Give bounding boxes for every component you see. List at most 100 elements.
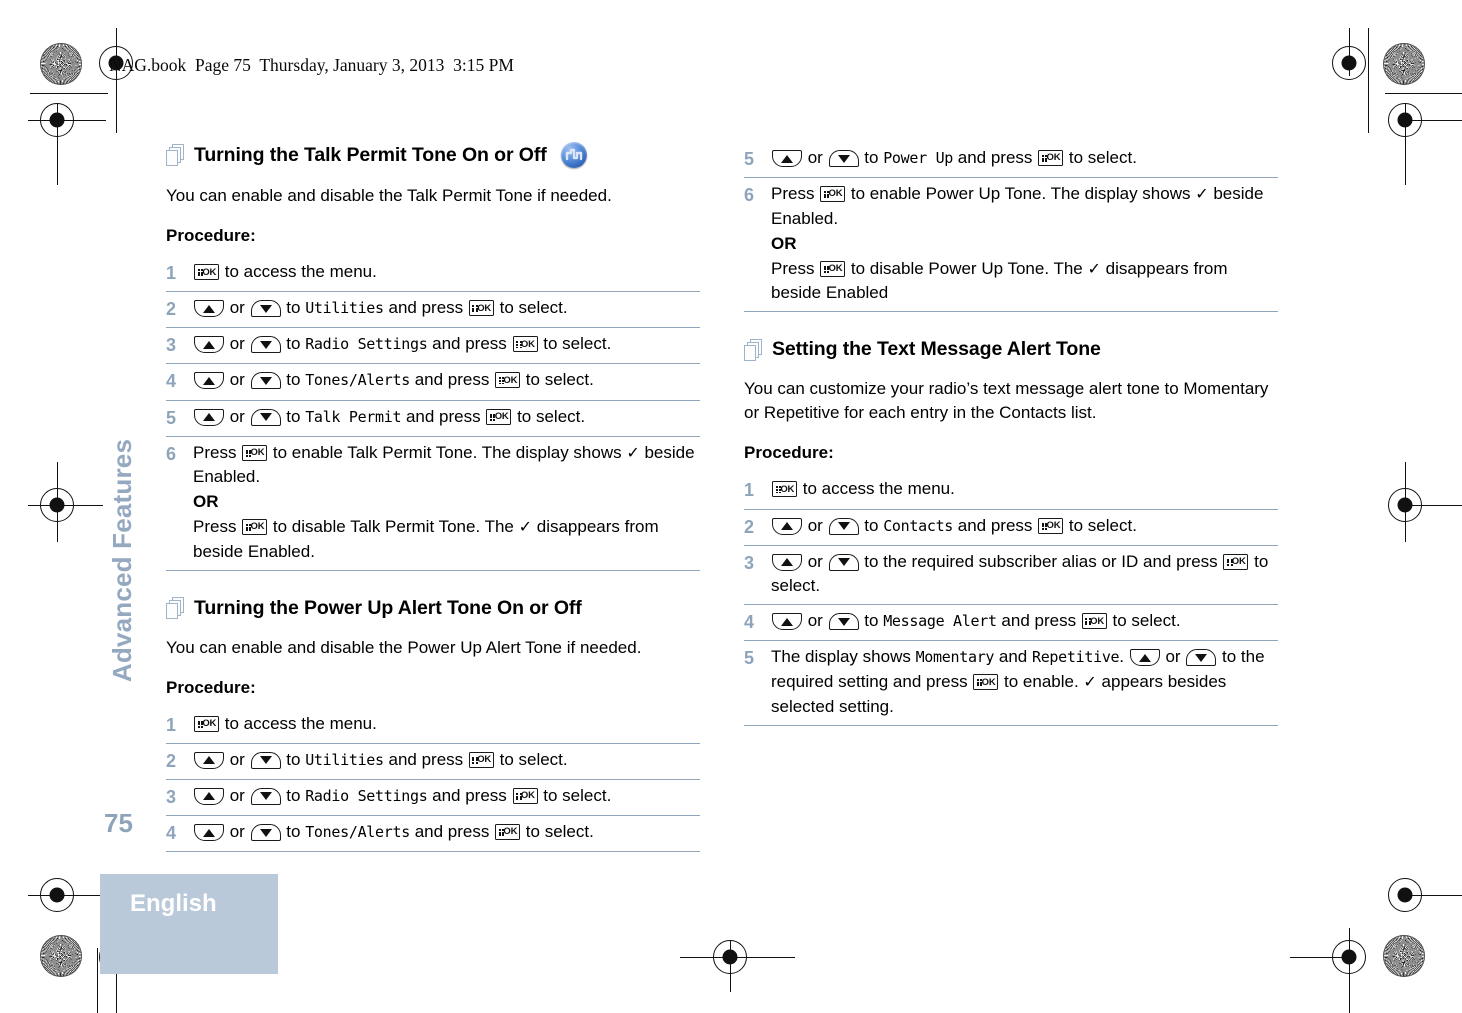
ok-label: OK — [503, 374, 518, 386]
ok-label: OK — [1046, 152, 1061, 164]
radio-display-term: Repetitive — [1031, 648, 1120, 667]
language-label: English — [130, 890, 217, 917]
radio-display-term: Utilities — [305, 299, 384, 318]
step-number: 6 — [744, 185, 755, 206]
procedure-step: 3 or to the required subscriber alias or… — [744, 546, 1278, 606]
down-triangle-glyph — [259, 792, 272, 801]
down-arrow-button-icon — [250, 751, 281, 769]
radio-display-term: Talk Permit — [305, 407, 402, 426]
ok-menu-button-icon: OK — [242, 519, 268, 536]
up-triangle-glyph — [203, 340, 215, 349]
ok-menu-button-icon: OK — [468, 751, 494, 768]
crop-line-vertical-left-upper — [56, 103, 58, 185]
crop-line-horizontal-bottom-right — [1290, 956, 1350, 958]
crop-line-horizontal-right-upper — [1400, 119, 1462, 121]
radio-display-term: Utilities — [305, 750, 384, 769]
chapter-title: Advanced Features — [107, 438, 138, 682]
ok-menu-button-icon: OK — [468, 300, 494, 317]
ok-label: OK — [477, 302, 492, 314]
up-triangle-glyph — [203, 413, 215, 421]
step-number: 1 — [744, 480, 755, 501]
step-text: or to Utilities and press OK to select. — [193, 296, 700, 321]
step-text: or to Radio Settings and press OK to sel… — [193, 784, 700, 809]
procedure-step: 5 or to Talk Permit and press OK to sele… — [166, 401, 700, 437]
step-text: or to Talk Permit and press OK to select… — [193, 405, 700, 430]
procedure-step: 4 or to Tones/Alerts and press OK to sel… — [166, 816, 700, 853]
step-number: 3 — [166, 335, 177, 356]
ok-label: OK — [477, 754, 492, 766]
crop-line-vertical-top-right — [1348, 28, 1350, 76]
section-intro: You can enable and disable the Power Up … — [166, 637, 642, 657]
step-number: 4 — [166, 371, 177, 392]
up-arrow-button-icon — [194, 408, 224, 426]
procedure-steps-power-up-continued: 5 or to Power Up and press OK to select.… — [744, 142, 1278, 313]
step-number: 2 — [166, 299, 177, 320]
language-band: English — [100, 874, 278, 974]
procedure-step: 3 or to Radio Settings and press OK to s… — [166, 328, 700, 365]
up-triangle-glyph — [781, 558, 793, 567]
step-number: 3 — [744, 552, 755, 573]
up-triangle-glyph — [203, 756, 215, 765]
down-triangle-glyph — [259, 340, 272, 349]
step-text: Press OK to enable Talk Permit Tone. The… — [193, 441, 700, 565]
ok-menu-button-icon: OK — [512, 336, 538, 353]
step-text: OK to access the menu. — [193, 712, 700, 737]
ok-label: OK — [1046, 519, 1061, 531]
step-text: or to Tones/Alerts and press OK to selec… — [193, 368, 700, 393]
crop-line-horizontal-right-lower — [1400, 894, 1462, 896]
page-number: 75 — [104, 808, 133, 838]
radio-display-term: Contacts — [883, 516, 954, 535]
section-heading-text-message-alert-tone: Setting the Text Message Alert Tone — [744, 338, 1278, 361]
step-text: The display shows Momentary and Repetiti… — [771, 647, 1265, 716]
procedure-steps-text-message-alert-tone: 1 OK to access the menu. 2 or to Contacts … — [744, 473, 1278, 726]
crop-line-horizontal-left-upper — [28, 119, 106, 121]
or-separator-label: OR — [193, 492, 219, 512]
up-arrow-button-icon — [194, 336, 224, 354]
print-calibration-star-top-right — [1383, 43, 1425, 85]
step-text: Press OK to enable Power Up Tone. The di… — [771, 182, 1278, 306]
ok-label: OK — [250, 521, 265, 533]
step-number: 3 — [166, 786, 177, 807]
step-number: 4 — [166, 823, 177, 844]
procedure-step: 1 OK to access the menu. — [744, 473, 1278, 510]
up-arrow-button-icon — [194, 751, 224, 769]
down-triangle-glyph — [259, 828, 272, 837]
ok-menu-button-icon: OK — [194, 264, 219, 281]
crop-line-horizontal-left-middle — [28, 504, 103, 506]
step-text: or to Tones/Alerts and press OK to selec… — [193, 820, 700, 845]
step-text: or to Message Alert and press OK to sele… — [771, 609, 1278, 634]
up-arrow-button-icon — [772, 150, 802, 167]
step-number: 1 — [166, 714, 177, 735]
procedure-steps-power-up-alert-tone: 1 OK to access the menu. 2 or to Utilities… — [166, 708, 700, 853]
step-number: 4 — [744, 612, 755, 633]
ok-menu-button-icon: OK — [1038, 517, 1064, 534]
up-triangle-glyph — [203, 792, 215, 801]
ok-menu-button-icon: OK — [194, 715, 219, 732]
ok-label: OK — [828, 188, 843, 200]
procedure-step: 6 Press OK to enable Talk Permit Tone. Th… — [166, 437, 700, 571]
stacked-pages-icon — [744, 338, 763, 361]
section-heading-power-up-alert-tone: Turning the Power Up Alert Tone On or Of… — [166, 597, 700, 620]
crop-line-vertical-top-right-2 — [1367, 28, 1369, 133]
ok-label: OK — [1090, 615, 1105, 627]
step-number: 2 — [744, 516, 755, 537]
check-icon: ✓ — [626, 444, 640, 462]
crop-line-horizontal-left-lower — [28, 894, 103, 896]
step-number: 5 — [744, 648, 755, 669]
up-triangle-glyph — [781, 522, 793, 530]
ok-menu-button-icon: OK — [486, 408, 512, 425]
section-heading-talk-permit-tone: Turning the Talk Permit Tone On or Off — [166, 142, 700, 168]
radio-display-term: Radio Settings — [305, 786, 428, 805]
procedure-step: 1 OK to access the menu. — [166, 708, 700, 744]
down-triangle-glyph — [259, 756, 272, 765]
step-text: or to Radio Settings and press OK to sel… — [193, 332, 700, 357]
print-calibration-star-top-left — [40, 43, 82, 85]
section-intro: You can enable and disable the Talk Perm… — [166, 186, 612, 205]
check-icon: ✓ — [1087, 260, 1101, 278]
section-intro: You can customize your radio’s text mess… — [744, 379, 1269, 423]
procedure-step: 5 The display shows Momentary and Repetit… — [744, 641, 1278, 726]
down-arrow-button-icon — [250, 300, 281, 318]
step-text: or to Utilities and press OK to select. — [193, 748, 700, 773]
ok-menu-button-icon: OK — [973, 674, 999, 691]
content-column-left: Turning the Talk Permit Tone On or Off Yo… — [166, 142, 700, 878]
